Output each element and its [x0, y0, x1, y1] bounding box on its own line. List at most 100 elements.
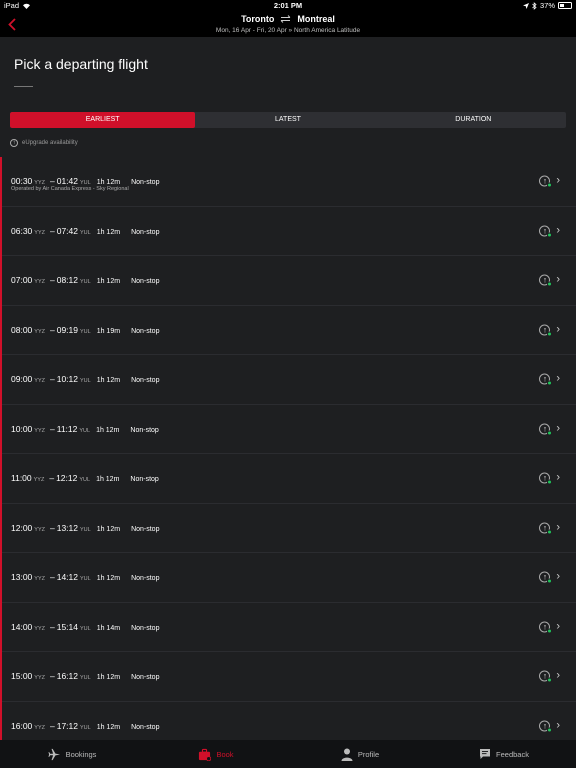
upgrade-available-icon: ↑: [539, 472, 553, 485]
arrival-time: 16:12: [56, 671, 78, 682]
departure-time: 16:00: [11, 720, 33, 731]
arrival-airport: YUL: [80, 576, 91, 583]
upgrade-icon: ↑: [10, 139, 18, 147]
flight-times: 15:00 YYZ –16:12 YUL 1h 12m Non-stop: [11, 671, 159, 681]
departure-airport: YYZ: [34, 675, 45, 682]
flight-duration: 1h 12m: [96, 723, 121, 731]
tab-latest[interactable]: LATEST: [195, 112, 380, 128]
chevron-right-icon: ›: [556, 471, 560, 484]
chevron-right-icon: ›: [556, 372, 560, 385]
flight-row[interactable]: 06:30 YYZ –07:42 YUL 1h 12m Non-stop ↑ ›: [2, 206, 576, 256]
arrival-time: 15:14: [56, 621, 78, 632]
arrival-time: 17:12: [56, 720, 78, 731]
flight-row[interactable]: 10:00 YYZ –11:12 YUL 1h 12m Non-stop ↑ ›: [2, 404, 576, 454]
time-separator: –: [49, 572, 55, 583]
origin-city: Toronto: [241, 14, 275, 24]
flight-stops: Non-stop: [131, 179, 160, 186]
flight-row[interactable]: 11:00 YYZ –12:12 YUL 1h 12m Non-stop ↑ ›: [2, 454, 576, 504]
chevron-right-icon: ›: [556, 273, 560, 286]
flight-times: 11:00 YYZ –12:12 YUL 1h 12m Non-stop: [11, 473, 159, 483]
departure-time: 00:30: [11, 176, 33, 186]
arrival-time: 10:12: [56, 374, 78, 385]
flight-duration: 1h 12m: [96, 476, 120, 484]
sort-tabs: EARLIEST LATEST DURATION: [10, 112, 566, 128]
flight-row[interactable]: 13:00 YYZ –14:12 YUL 1h 12m Non-stop ↑ ›: [2, 553, 576, 603]
departure-time: 09:00: [11, 374, 33, 385]
flight-stops: Non-stop: [131, 575, 160, 583]
arrival-airport: YUL: [80, 328, 91, 335]
departure-time: 14:00: [11, 621, 33, 632]
chevron-right-icon: ›: [556, 174, 560, 187]
flight-stops: Non-stop: [131, 327, 160, 335]
row-actions: ↑ ›: [539, 174, 560, 188]
time-separator: –: [49, 275, 55, 286]
departure-airport: YYZ: [34, 427, 45, 434]
row-actions: ↑ ›: [539, 372, 560, 386]
departure-time: 15:00: [11, 671, 33, 682]
flight-duration: 1h 12m: [96, 426, 120, 434]
flight-row[interactable]: 09:00 YYZ –10:12 YUL 1h 12m Non-stop ↑ ›: [2, 355, 576, 405]
flight-row[interactable]: 12:00 YYZ –13:12 YUL 1h 12m Non-stop ↑ ›: [2, 503, 576, 553]
tab-bar-profile[interactable]: Profile: [288, 740, 432, 768]
flight-row[interactable]: 16:00 YYZ –17:12 YUL 1h 12m Non-stop ↑ ›: [2, 701, 576, 740]
tab-bar-feedback[interactable]: Feedback: [432, 740, 576, 768]
flight-times: 08:00 YYZ –09:19 YUL 1h 19m Non-stop: [11, 325, 159, 335]
time-separator: –: [49, 720, 55, 731]
arrival-airport: YUL: [80, 526, 91, 533]
upgrade-available-icon: ↑: [539, 373, 553, 386]
flight-times: 06:30 YYZ –07:42 YUL 1h 12m Non-stop: [11, 226, 159, 236]
tab-bar-label: Book: [216, 749, 234, 759]
flight-stops: Non-stop: [131, 723, 160, 731]
flight-times: 12:00 YYZ –13:12 YUL 1h 12m Non-stop: [11, 523, 159, 533]
status-bar: iPad 2:01 PM 37%: [0, 0, 576, 11]
departure-time: 13:00: [11, 572, 33, 583]
flight-stops: Non-stop: [131, 278, 160, 286]
flight-row[interactable]: 08:00 YYZ –09:19 YUL 1h 19m Non-stop ↑ ›: [2, 305, 576, 355]
flight-duration: 1h 19m: [96, 327, 121, 335]
arrival-airport: YUL: [79, 427, 91, 434]
tab-bar-label: Feedback: [496, 749, 529, 759]
upgrade-available-icon: ↑: [539, 175, 553, 188]
upgrade-available-icon: ↑: [539, 423, 553, 436]
arrival-airport: YUL: [80, 724, 91, 731]
status-right: 37%: [522, 1, 572, 10]
flight-stops: Non-stop: [131, 624, 160, 632]
tab-earliest[interactable]: EARLIEST: [10, 112, 196, 128]
row-actions: ↑ ›: [539, 521, 560, 535]
arrival-time: 07:42: [56, 225, 78, 236]
arrival-time: 09:19: [56, 324, 78, 335]
flight-duration: 1h 12m: [96, 377, 121, 385]
flight-row[interactable]: 00:30 YYZ –01:42 YUL 1h 12m Non-stop Operated …: [2, 157, 576, 207]
flight-stops: Non-stop: [131, 674, 160, 682]
flight-times: 16:00 YYZ –17:12 YUL 1h 12m Non-stop: [11, 721, 159, 731]
row-actions: ↑ ›: [539, 471, 560, 485]
tab-bar-bookings[interactable]: Bookings: [0, 740, 144, 768]
chat-icon: [480, 749, 491, 759]
departure-airport: YYZ: [34, 378, 45, 385]
tab-duration[interactable]: DURATION: [381, 112, 566, 128]
row-actions: ↑ ›: [539, 571, 560, 584]
flight-stops: Non-stop: [130, 476, 159, 484]
arrival-time: 01:42: [56, 176, 78, 186]
arrival-time: 11:12: [56, 423, 78, 434]
upgrade-available-icon: ↑: [539, 670, 553, 683]
departure-time: 06:30: [11, 225, 33, 236]
upgrade-available-icon: ↑: [539, 225, 553, 238]
flight-row[interactable]: 14:00 YYZ –15:14 YUL 1h 14m Non-stop ↑ ›: [2, 602, 576, 652]
flight-times: 13:00 YYZ –14:12 YUL 1h 12m Non-stop: [11, 572, 159, 582]
flight-duration: 1h 12m: [96, 575, 121, 583]
flight-row[interactable]: 07:00 YYZ –08:12 YUL 1h 12m Non-stop ↑ ›: [2, 256, 576, 306]
flight-stops: Non-stop: [131, 377, 160, 385]
departure-time: 08:00: [11, 324, 33, 335]
flight-row[interactable]: 15:00 YYZ –16:12 YUL 1h 12m Non-stop ↑ ›: [2, 652, 576, 702]
nav-header: Toronto Montreal Mon, 16 Apr - Fri, 20 A…: [0, 11, 576, 37]
suitcase-icon: [199, 748, 212, 761]
departure-airport: YYZ: [34, 625, 45, 632]
flight-duration: 1h 14m: [96, 624, 121, 632]
upgrade-available-icon: ↑: [539, 621, 553, 634]
flight-times: 09:00 YYZ –10:12 YUL 1h 12m Non-stop: [11, 374, 159, 384]
destination-city: Montreal: [297, 14, 335, 24]
arrival-airport: YUL: [80, 675, 91, 682]
chevron-right-icon: ›: [556, 521, 560, 534]
tab-bar-book[interactable]: Book: [144, 740, 288, 768]
